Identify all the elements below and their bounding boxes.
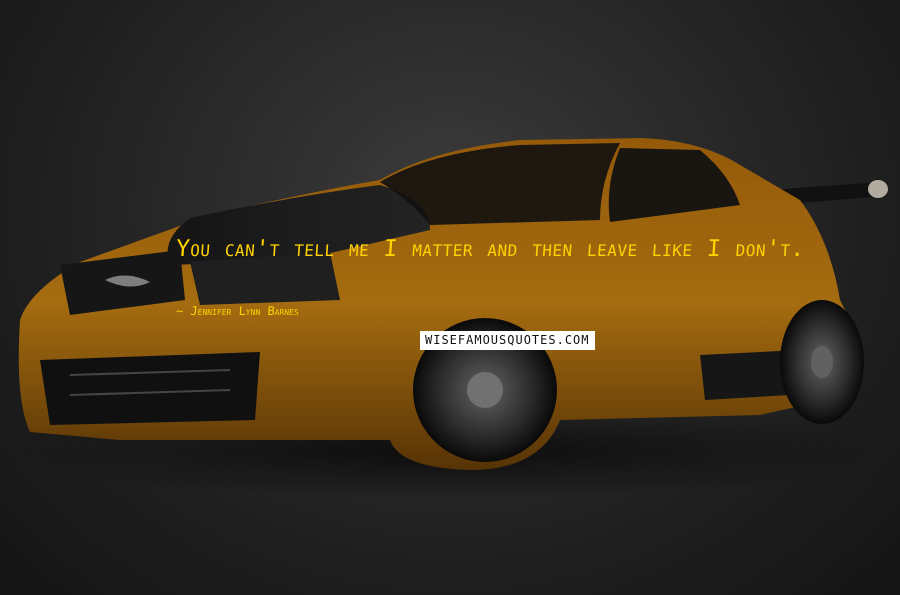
quote-author: ~ Jennifer Lynn Barnes (175, 304, 300, 318)
author-name: Jennifer Lynn Barnes (189, 304, 300, 318)
quote-image: You can't tell me I matter and then leav… (0, 0, 900, 595)
darkening-overlay (0, 0, 900, 595)
quote-text: You can't tell me I matter and then leav… (175, 236, 806, 262)
watermark-logo: WISEFAMOUSQUOTES.COM (420, 331, 595, 350)
